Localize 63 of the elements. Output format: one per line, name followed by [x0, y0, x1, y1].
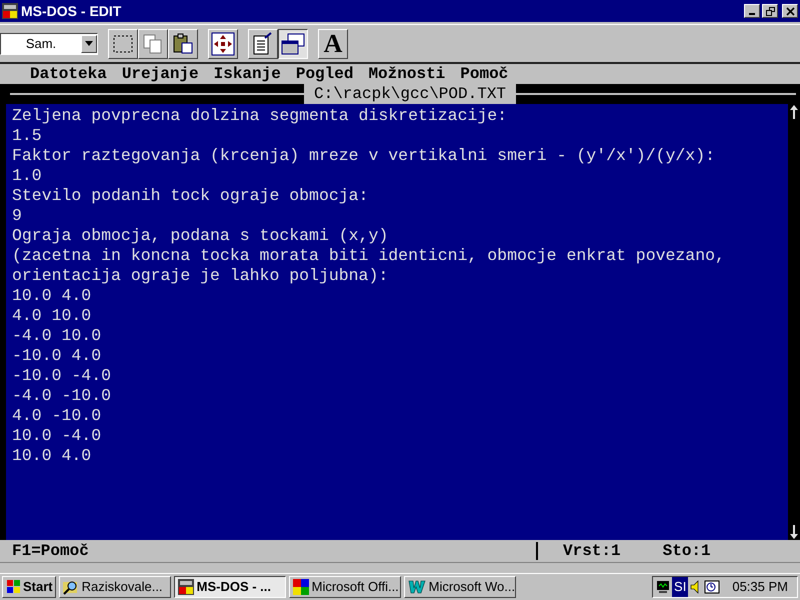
arrows-icon — [211, 32, 235, 56]
menu-item[interactable]: Pomoč — [460, 66, 508, 82]
font-size-select[interactable]: Sam. — [0, 32, 98, 54]
row-indicator: Vrst:1 — [563, 541, 621, 562]
close-icon — [786, 6, 794, 16]
scrollbar[interactable] — [788, 104, 800, 540]
menu-item[interactable]: Možnosti — [368, 66, 446, 82]
text-line: 10.0 -4.0 — [12, 426, 102, 446]
text-line: Stevilo podanih tock ograje obmocja: — [12, 186, 368, 206]
menu-item[interactable]: Datoteka — [30, 66, 107, 82]
text-line: 1.0 — [12, 166, 42, 186]
text-line: Faktor raztegovanja (krcenja) mreze v vertikalni smeri - (y'/x')/(y/x): — [12, 146, 716, 166]
start-button[interactable]: Start — [2, 576, 56, 598]
help-hint: F1=Pomoč — [11, 541, 90, 562]
restore-icon — [766, 6, 774, 16]
taskbar-button[interactable]: Microsoft Offi... — [288, 576, 401, 598]
clock-time: 05:35 PM — [732, 578, 788, 596]
text-line: -4.0 10.0 — [12, 326, 102, 346]
word-icon — [408, 580, 426, 594]
close-button[interactable] — [782, 4, 798, 18]
text-line: -10.0 -4.0 — [12, 366, 112, 386]
text-line: Zeljena povprecna dolzina segmenta diskretizacije: — [12, 106, 508, 126]
puzzle-icon — [292, 579, 309, 595]
column-indicator: Sto:1 — [662, 541, 711, 562]
menu-item[interactable]: Iskanje — [214, 66, 281, 82]
language-indicator[interactable]: SI — [672, 577, 688, 597]
text-line: (zacetna in koncna tocka morata biti identicni, obmocje enkrat povezano, — [12, 246, 725, 266]
text-line: 4.0 -10.0 — [12, 406, 102, 426]
minimize-button[interactable] — [744, 4, 760, 18]
toolbar-button[interactable] — [278, 28, 308, 58]
text-line: 10.0 4.0 — [12, 286, 92, 306]
text-line: -4.0 -10.0 — [12, 386, 112, 406]
text-line: 1.5 — [12, 126, 42, 146]
taskbar-button[interactable]: Raziskovale... — [58, 576, 171, 598]
app-icon — [2, 3, 18, 19]
magnifier-icon — [62, 579, 79, 595]
font-button[interactable]: A — [318, 28, 348, 58]
scroll-up-icon — [789, 104, 799, 120]
minimize-icon — [749, 13, 755, 15]
window-title: MS-DOS - EDIT — [21, 2, 122, 20]
text-line: 9 — [12, 206, 22, 226]
text-line: 10.0 4.0 — [12, 446, 92, 466]
copy-icon — [142, 32, 164, 54]
windows-logo-icon — [5, 580, 21, 594]
dos-icon — [178, 579, 194, 595]
windows-icon — [280, 32, 306, 56]
text-line: Ograja obmocja, podana s tockami (x,y) — [12, 226, 388, 246]
dropdown-arrow-icon — [85, 41, 93, 46]
clipboard-icon — [172, 32, 194, 54]
text-line: 4.0 10.0 — [12, 306, 92, 326]
menu-item[interactable]: Pogled — [296, 66, 354, 82]
selection-icon — [112, 34, 134, 54]
file-name: C:\racpk\gcc\POD.TXT — [304, 84, 516, 104]
scroll-down-icon — [789, 524, 799, 540]
taskbar-button[interactable]: Microsoft Wo... — [404, 576, 516, 598]
editor-text-area[interactable] — [6, 104, 788, 540]
taskbar-button[interactable]: MS-DOS - ... — [174, 576, 286, 598]
monitor-icon — [656, 580, 670, 594]
clock-icon — [704, 580, 720, 594]
menu-item[interactable]: Urejanje — [122, 66, 199, 82]
text-line: -10.0 4.0 — [12, 346, 102, 366]
restore-button[interactable] — [762, 4, 778, 18]
text-line: orientacija ograje je lahko poljubna): — [12, 266, 388, 286]
